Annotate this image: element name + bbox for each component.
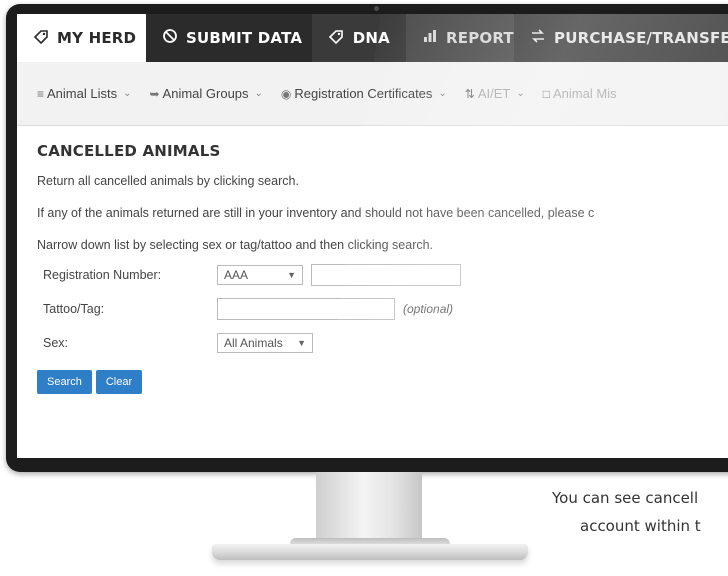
tab-submit-data[interactable]: SUBMIT DATA [146,14,312,62]
caption-line: You can see cancell [552,489,699,507]
top-nav: MY HERD SUBMIT DATA DNA REPORTS PURCHASE… [17,14,728,62]
chevron-down-icon: ⌄ [123,88,132,99]
no-entry-icon [162,28,178,48]
chevron-down-icon: ⌄ [254,88,263,99]
webcam [374,6,379,11]
subnav-animal-groups[interactable]: ➥ Animal Groups ⌄ [149,86,262,101]
tab-dna[interactable]: DNA [312,14,406,62]
tab-label: PURCHASE/TRANSFER [554,29,728,47]
button-row: Search Clear [37,370,728,394]
tab-label: SUBMIT DATA [186,29,303,47]
tab-purchase-transfer[interactable]: PURCHASE/TRANSFER [514,14,728,62]
ai-et-icon: ⇅ [464,86,475,101]
chevron-down-icon: ⌄ [516,88,525,99]
clear-button[interactable]: Clear [95,370,143,394]
chevron-down-icon: ▼ [297,338,306,348]
monitor-stand-neck [316,472,422,546]
subnav-label: AI/ET [477,86,511,101]
caption-line: account within t [580,517,701,535]
optional-hint: (optional) [403,302,454,316]
subnav-animal-misc[interactable]: □ Animal Mis [543,86,617,101]
tab-reports[interactable]: REPORTS [406,14,525,62]
registration-row: Registration Number: AAA ▼ [37,258,728,292]
transfer-icon [530,28,546,48]
bar-chart-icon [422,28,438,48]
main-content: CANCELLED ANIMALS Return all cancelled a… [37,142,728,394]
sub-nav: ≡ Animal Lists ⌄ ➥ Animal Groups ⌄ ◉ Reg… [17,62,728,126]
sex-select[interactable]: All Animals ▼ [217,333,313,353]
folder-icon: □ [542,86,551,101]
subnav-registration-certificates[interactable]: ◉ Registration Certificates ⌄ [281,86,447,101]
monitor-frame: MY HERD SUBMIT DATA DNA REPORTS PURCHASE… [6,4,728,472]
list-icon: ≡ [37,86,45,101]
caption-text: You can see cancell account within t [552,484,728,540]
tattoo-label: Tattoo/Tag: [43,302,105,316]
subnav-ai-et[interactable]: ⇅ AI/ET ⌄ [465,86,525,101]
select-value: All Animals [224,336,283,350]
select-value: AAA [224,268,249,282]
monitor-stand-base [212,544,528,560]
sex-row: Sex: All Animals ▼ [37,326,728,360]
groups-icon: ➥ [149,86,160,101]
sex-label: Sex: [43,336,69,350]
tab-label: MY HERD [57,29,137,47]
tab-label: DNA [352,29,390,47]
instruction-text: If any of the animals returned are still… [37,206,595,220]
tag-icon [328,28,345,48]
chevron-down-icon: ⌄ [438,88,447,99]
subnav-label: Animal Groups [162,86,249,101]
subnav-label: Animal Lists [47,86,118,101]
chevron-down-icon: ▼ [287,270,296,280]
registration-number-input[interactable] [311,264,461,286]
screen: MY HERD SUBMIT DATA DNA REPORTS PURCHASE… [17,14,728,458]
tattoo-row: Tattoo/Tag: (optional) [37,292,728,326]
registration-prefix-select[interactable]: AAA ▼ [217,265,303,285]
subnav-animal-lists[interactable]: ≡ Animal Lists ⌄ [37,86,131,101]
page-title: CANCELLED ANIMALS [37,142,221,160]
tag-icon [33,28,49,48]
instruction-text: Narrow down list by selecting sex or tag… [37,238,434,252]
search-button[interactable]: Search [37,370,92,394]
instruction-text: Return all cancelled animals by clicking… [37,174,299,188]
subnav-label: Registration Certificates [294,86,433,101]
tattoo-tag-input[interactable] [217,298,395,320]
certificate-icon: ◉ [280,86,292,101]
tab-my-herd[interactable]: MY HERD [17,14,146,62]
registration-label: Registration Number: [43,268,162,282]
subnav-label: Animal Mis [553,86,617,101]
